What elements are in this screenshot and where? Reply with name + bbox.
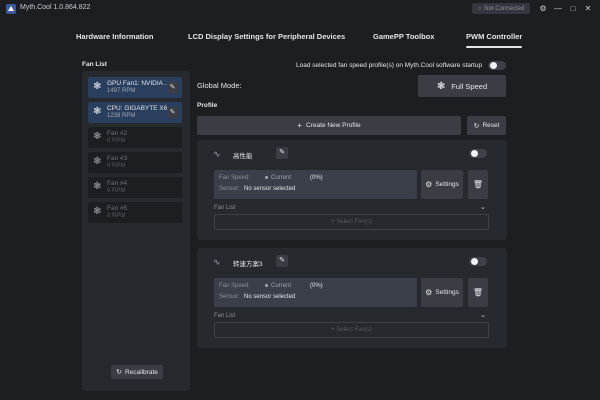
- profile-title: Profile: [197, 102, 218, 109]
- profile-card: ∿ 转速方案3 ✎ Fan Speed: Current (0%) Sensor…: [197, 248, 507, 348]
- fan-item-gpu[interactable]: ❃ GPU Fan1: NVIDIA ... 1497 RPM ✎: [88, 77, 182, 98]
- plus-icon: +: [297, 121, 303, 130]
- connection-status-badge[interactable]: ○ Not Connected: [472, 3, 530, 14]
- fan-rpm: 1497 RPM: [107, 88, 136, 94]
- fan-icon: ❃: [436, 80, 446, 92]
- delete-profile-button[interactable]: 🗑: [468, 278, 488, 307]
- app-logo-icon: [6, 4, 16, 14]
- chevron-down-icon[interactable]: ⌄: [480, 203, 486, 211]
- tab-gamepp-toolbox[interactable]: GamePP Toolbox: [373, 32, 434, 41]
- tab-hardware-information[interactable]: Hardware Information: [76, 32, 154, 41]
- sensor-label: Sensor:: [219, 186, 240, 192]
- tab-pwm-controller[interactable]: PWM Controller: [466, 32, 523, 48]
- fan-icon: ❃: [93, 181, 102, 192]
- profile-fan-list-label: Fan List: [214, 313, 236, 319]
- current-value: (0%): [310, 283, 323, 289]
- edit-fan-name-button[interactable]: ✎: [167, 107, 178, 118]
- fan-item-cpu[interactable]: ❃ CPU: GIGABYTE X6... 1238 RPM ✎: [88, 102, 182, 123]
- select-fans-button[interactable]: + Select Fan(s): [214, 214, 489, 230]
- edit-fan-name-button[interactable]: ✎: [167, 82, 178, 93]
- fan-name: GPU Fan1: NVIDIA ...: [107, 80, 167, 87]
- fan-name: Fan #2: [107, 130, 128, 137]
- fan-item-5[interactable]: ❃ Fan #5 0 RPM: [88, 202, 182, 223]
- reset-label: Reset: [482, 122, 500, 129]
- fan-item-2[interactable]: ❃ Fan #2 0 RPM: [88, 127, 182, 148]
- curve-icon: ∿: [213, 149, 221, 159]
- sensor-value: No sensor selected: [244, 294, 296, 300]
- current-label: Current: [271, 175, 292, 181]
- chevron-down-icon[interactable]: ⌄: [480, 311, 486, 319]
- close-button[interactable]: ✕: [582, 2, 594, 15]
- fan-rpm: 0 RPM: [107, 188, 126, 194]
- profile-name: 转速方案3: [233, 261, 263, 268]
- fan-rpm: 1238 RPM: [107, 113, 136, 119]
- maximize-button[interactable]: □: [567, 2, 579, 15]
- startup-load-toggle[interactable]: [488, 61, 506, 70]
- tab-lcd-display-settings[interactable]: LCD Display Settings for Peripheral Devi…: [188, 32, 345, 41]
- gear-icon: ⚙: [425, 180, 433, 189]
- fan-item-4[interactable]: ❃ Fan #4 0 RPM: [88, 177, 182, 198]
- create-new-profile-label: Create New Profile: [306, 122, 361, 129]
- gear-icon: ⚙: [425, 288, 433, 297]
- startup-load-label: Load selected fan speed profile(s) on My…: [296, 62, 483, 69]
- global-mode-label: Global Mode:: [197, 81, 242, 90]
- profile-card: ∿ 高性能 ✎ Fan Speed: Current (0%) Sensor: …: [197, 140, 507, 240]
- fan-rpm: 0 RPM: [107, 138, 126, 144]
- profile-fan-list-label: Fan List: [214, 205, 236, 211]
- edit-profile-name-button[interactable]: ✎: [276, 147, 288, 159]
- settings-label: Settings: [435, 181, 459, 188]
- fan-name: Fan #5: [107, 205, 128, 212]
- fan-speed-label: Fan Speed:: [219, 175, 251, 181]
- fan-icon: ❃: [93, 106, 102, 117]
- fan-icon: ❃: [93, 206, 102, 217]
- disconnected-icon: ○: [477, 5, 482, 12]
- create-new-profile-button[interactable]: + Create New Profile: [197, 116, 461, 135]
- current-indicator: Current: [265, 283, 291, 289]
- fan-name: Fan #3: [107, 155, 128, 162]
- fan-icon: ❃: [93, 156, 102, 167]
- fan-name: CPU: GIGABYTE X6...: [107, 105, 167, 112]
- current-indicator: Current: [265, 175, 291, 181]
- recalibrate-label: Recalibrate: [124, 368, 158, 376]
- reset-button[interactable]: ↻ Reset: [467, 116, 506, 135]
- connection-status-label: Not Connected: [484, 5, 525, 12]
- select-fans-button[interactable]: + Select Fan(s): [214, 322, 489, 338]
- curve-icon: ∿: [213, 257, 221, 267]
- profile-settings-button[interactable]: ⚙ Settings: [421, 278, 463, 307]
- settings-gear-icon[interactable]: ⚙: [537, 2, 549, 15]
- fan-icon: ❃: [93, 131, 102, 142]
- app-title: Myth.Cool 1.0.864.822: [20, 4, 91, 11]
- profile-enable-toggle[interactable]: [469, 257, 487, 266]
- fan-name: Fan #4: [107, 180, 128, 187]
- sensor-label: Sensor:: [219, 294, 240, 300]
- settings-label: Settings: [435, 289, 459, 296]
- fan-list-title: Fan List: [82, 61, 107, 68]
- current-value: (0%): [310, 175, 323, 181]
- fan-speed-info: Fan Speed: Current (0%) Sensor: No senso…: [214, 278, 417, 307]
- fan-speed-label: Fan Speed:: [219, 283, 251, 289]
- profile-enable-toggle[interactable]: [469, 149, 487, 158]
- fan-rpm: 0 RPM: [107, 163, 126, 169]
- profile-name: 高性能: [233, 153, 253, 160]
- trash-icon: 🗑: [472, 288, 484, 297]
- minimize-button[interactable]: —: [552, 2, 564, 15]
- edit-profile-name-button[interactable]: ✎: [276, 255, 288, 267]
- fan-icon: ❃: [93, 81, 102, 92]
- delete-profile-button[interactable]: 🗑: [468, 170, 488, 199]
- full-speed-button[interactable]: ❃ Full Speed: [418, 75, 506, 97]
- sensor-value: No sensor selected: [244, 186, 296, 192]
- trash-icon: 🗑: [472, 180, 484, 189]
- fan-rpm: 0 RPM: [107, 213, 126, 219]
- current-label: Current: [271, 283, 292, 289]
- fan-speed-info: Fan Speed: Current (0%) Sensor: No senso…: [214, 170, 417, 199]
- title-bar: Myth.Cool 1.0.864.822 ○ Not Connected ⚙ …: [0, 0, 600, 18]
- fan-list-panel: ❃ GPU Fan1: NVIDIA ... 1497 RPM ✎ ❃ CPU:…: [82, 71, 190, 391]
- recalibrate-button[interactable]: ↻ Recalibrate: [111, 365, 163, 379]
- full-speed-label: Full Speed: [451, 81, 488, 91]
- main-tabs: Hardware Information LCD Display Setting…: [0, 28, 600, 48]
- reset-icon: ↻: [473, 122, 480, 130]
- fan-item-3[interactable]: ❃ Fan #3 0 RPM: [88, 152, 182, 173]
- refresh-icon: ↻: [116, 369, 122, 376]
- profile-settings-button[interactable]: ⚙ Settings: [421, 170, 463, 199]
